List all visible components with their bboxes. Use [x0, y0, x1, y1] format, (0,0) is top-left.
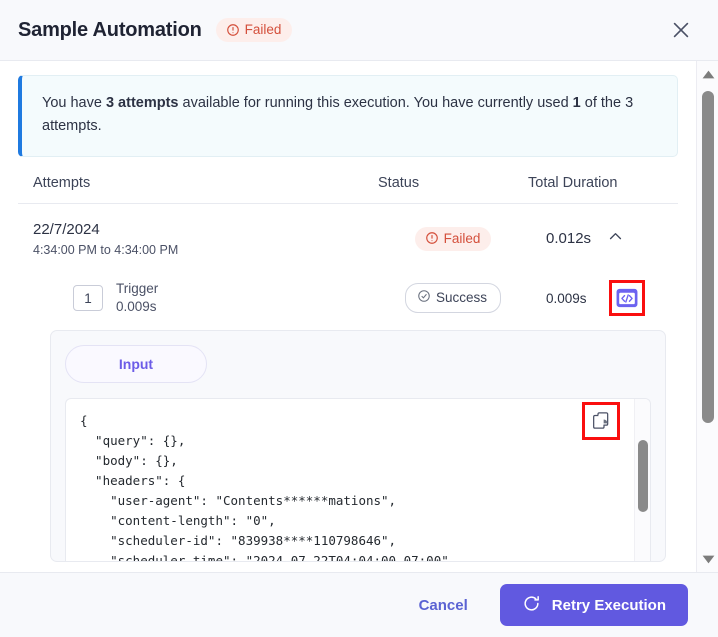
alert-circle-icon — [425, 231, 439, 245]
chevron-up-icon[interactable] — [607, 228, 624, 249]
modal-body-wrap: You have 3 attempts available for runnin… — [0, 61, 718, 572]
step-status-cell: Success — [378, 283, 528, 314]
status-badge-label: Failed — [244, 22, 282, 37]
modal-scrollbar[interactable] — [696, 61, 718, 572]
modal-scrollbar-thumb[interactable] — [702, 91, 714, 423]
step-status-badge: Success — [404, 283, 502, 314]
code-brackets-icon[interactable] — [615, 286, 639, 310]
attempt-info: 22/7/2024 4:34:00 PM to 4:34:00 PM — [33, 221, 378, 257]
attempt-duration-cell: 0.012s — [528, 228, 678, 249]
alert-circle-icon — [226, 23, 240, 37]
table-row[interactable]: 22/7/2024 4:34:00 PM to 4:34:00 PM Faile… — [18, 204, 678, 274]
step-name: Trigger — [116, 280, 159, 296]
code-icon-highlight — [608, 280, 645, 317]
status-badge: Failed — [215, 18, 293, 42]
code-scrollbar[interactable] — [634, 399, 650, 562]
attempt-date: 22/7/2024 — [33, 220, 100, 238]
step-label: Trigger 0.009s — [116, 280, 378, 316]
tab-input[interactable]: Input — [65, 345, 207, 384]
code-viewer[interactable]: { "query": {}, "body": {}, "headers": { … — [65, 398, 651, 562]
modal-header: Sample Automation Failed — [0, 0, 718, 61]
code-scrollbar-thumb[interactable] — [638, 440, 648, 513]
banner-text-2: available for running this execution. Yo… — [178, 95, 573, 111]
attempt-status-badge: Failed — [414, 226, 492, 251]
column-header-status: Status — [378, 174, 420, 191]
retry-execution-label: Retry Execution — [551, 596, 666, 614]
check-circle-icon — [417, 289, 431, 306]
execution-attempts-modal: Sample Automation Failed You have 3 atte… — [0, 0, 718, 637]
attempts-table-header: Attempts Status Total Duration — [18, 157, 678, 204]
attempt-duration-value: 0.012s — [546, 230, 592, 248]
step-row-trigger[interactable]: 1 Trigger 0.009s Success 0.009s — [18, 274, 678, 326]
refresh-icon — [522, 594, 541, 617]
column-header-attempts: Attempts — [33, 174, 91, 191]
step-duration-cell: 0.009s — [528, 280, 678, 317]
step-duration-value: 0.009s — [546, 290, 587, 306]
attempt-status-label: Failed — [443, 230, 481, 246]
code-content: { "query": {}, "body": {}, "headers": { … — [80, 413, 457, 562]
banner-bold-attempts: 3 attempts — [105, 95, 179, 111]
triangle-up-icon[interactable] — [697, 63, 718, 85]
retry-execution-button[interactable]: Retry Execution — [499, 584, 688, 626]
banner-bold-used: 1 — [572, 95, 581, 111]
attempts-info-banner: You have 3 attempts available for runnin… — [18, 75, 678, 157]
step-status-label: Success — [435, 290, 488, 306]
payload-panel: Input { "query": {}, "body": {}, "header… — [50, 330, 666, 563]
triangle-down-icon[interactable] — [697, 548, 718, 570]
attempt-status-cell: Failed — [378, 226, 528, 251]
banner-text-1: You have — [42, 95, 106, 111]
copy-icon-highlight — [582, 402, 620, 441]
column-header-duration: Total Duration — [528, 174, 618, 191]
modal-body: You have 3 attempts available for runnin… — [0, 61, 696, 572]
step-duration-label: 0.009s — [116, 299, 157, 315]
attempt-time-range: 4:34:00 PM to 4:34:00 PM — [33, 242, 179, 257]
copy-icon[interactable] — [588, 408, 614, 435]
page-title: Sample Automation — [18, 18, 202, 41]
step-number-badge: 1 — [73, 285, 103, 312]
cancel-button[interactable]: Cancel — [409, 589, 478, 622]
close-icon[interactable] — [666, 15, 696, 45]
modal-footer: Cancel Retry Execution — [0, 572, 718, 637]
